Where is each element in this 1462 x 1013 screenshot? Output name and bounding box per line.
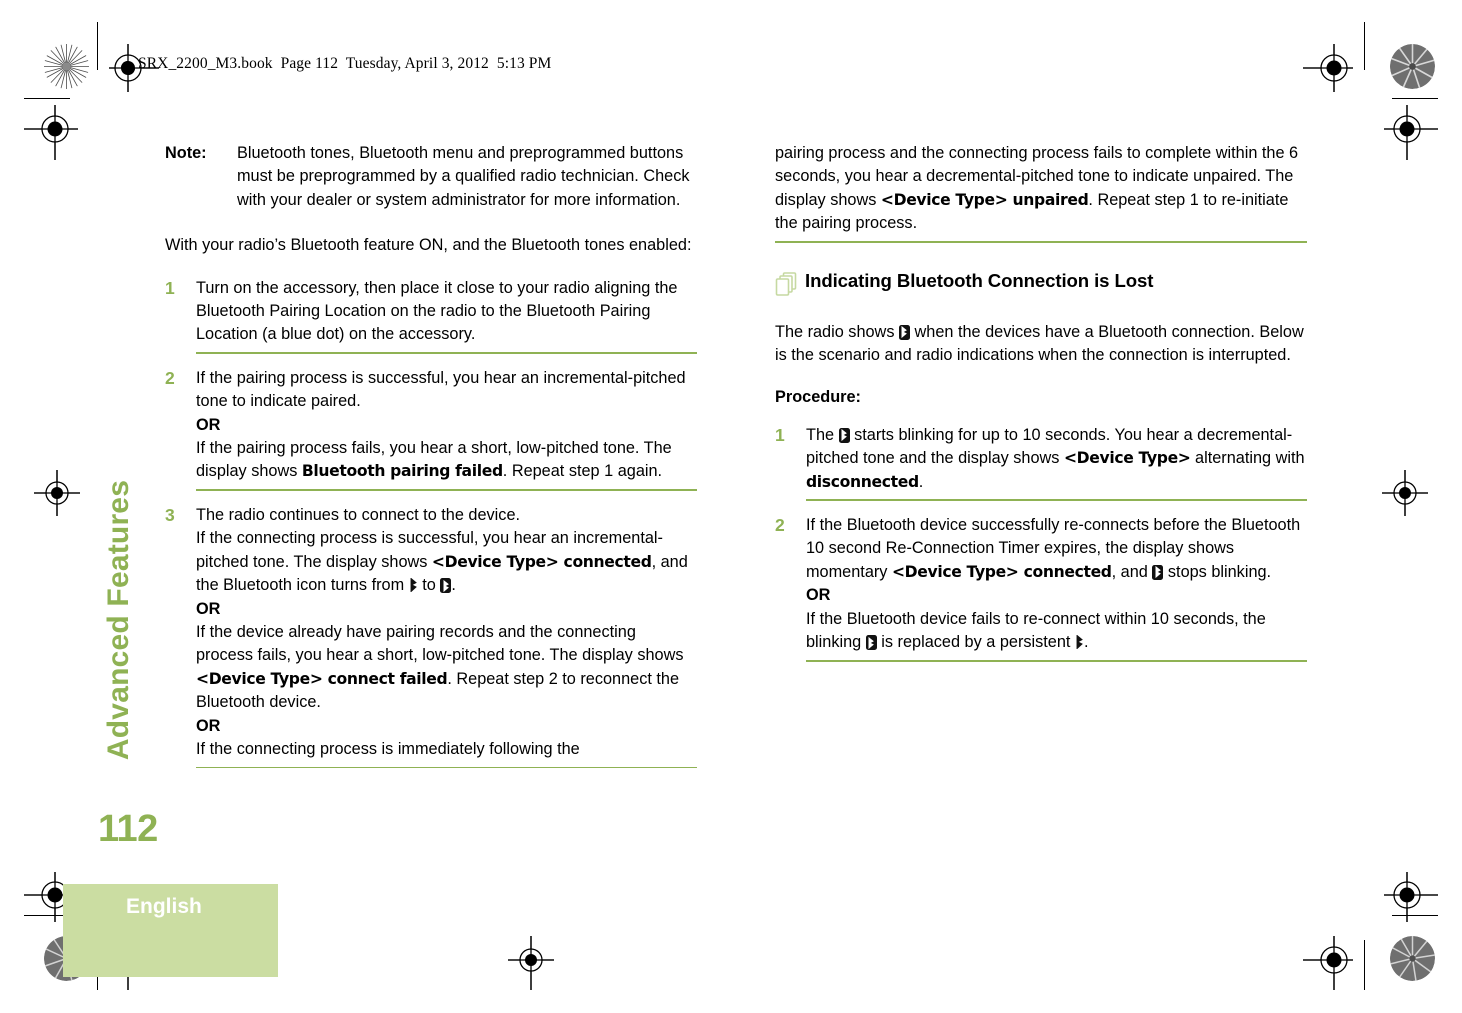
chapter-tab-label: Advanced Features (102, 479, 135, 761)
bluetooth-connected-icon (898, 324, 910, 340)
chapter-tab: Advanced Features (97, 455, 141, 785)
step3-part4: If the connecting process is immediately… (196, 739, 580, 758)
section-heading: Indicating Bluetooth Connection is Lost (775, 269, 1307, 303)
language-footer-block: English (63, 884, 278, 977)
lcd-string: Bluetooth pairing failed (301, 462, 503, 481)
note-block: Note: Bluetooth tones, Bluetooth menu an… (165, 142, 697, 212)
step-item: 2 If the pairing process is successful, … (165, 367, 697, 491)
step3-part1: The radio continues to connect to the de… (196, 505, 521, 524)
step-item: 2 If the Bluetooth device successfully r… (775, 514, 1307, 662)
registration-target-bottom-right-upper (1384, 868, 1438, 922)
procedure-label: Procedure: (775, 388, 861, 407)
rstep1-part-d: . (918, 472, 924, 491)
rstep2-part-b: , and (1111, 562, 1153, 581)
bluetooth-connected-icon (1152, 564, 1164, 580)
lcd-string: <Device Type> connected (431, 552, 652, 571)
registration-target-top-right-upper (1303, 44, 1365, 92)
registration-target-top-left-lower (24, 98, 78, 160)
step-text: The radio continues to connect to the de… (196, 504, 697, 761)
step-text: The starts blinking for up to 10 seconds… (806, 424, 1307, 494)
step3-or-1: OR (196, 599, 221, 618)
lcd-string: <Device Type> connected (891, 562, 1112, 581)
bluetooth-connected-icon (440, 578, 452, 594)
note-label: Note: (165, 144, 207, 162)
registration-target-mid-right (1382, 470, 1428, 516)
step3-part2d: . (451, 576, 456, 595)
rstep2-part-e: is replaced by a persistent (876, 633, 1075, 652)
continued-text: pairing process and the connecting proce… (775, 142, 1307, 236)
rstep2-or: OR (806, 586, 831, 605)
step-item: 1 Turn on the accessory, then place it c… (165, 277, 697, 355)
step-text: If the Bluetooth device successfully re-… (806, 514, 1307, 654)
bluetooth-plain-icon (409, 577, 418, 595)
bluetooth-connected-icon (865, 635, 877, 651)
registration-target-top-right-lower (1384, 98, 1438, 160)
lcd-string: <Device Type> (1063, 449, 1191, 468)
section-intro: The radio shows when the devices have a … (775, 321, 1307, 368)
right-text-column: pairing process and the connecting proce… (775, 142, 1307, 675)
step2-part2b: . Repeat step 1 again. (502, 462, 663, 481)
step-text: If the pairing process is successful, yo… (196, 367, 697, 484)
moire-target-top-right (1390, 44, 1435, 89)
step-number: 2 (775, 515, 785, 536)
rstep2-part-c: stops blinking. (1163, 562, 1272, 581)
moire-target-bottom-right (1390, 936, 1435, 981)
step3-part2c: to (417, 576, 441, 595)
step2-or: OR (196, 415, 221, 434)
rstep1-part-a: The (806, 425, 839, 444)
step-number: 3 (165, 504, 175, 525)
step-number: 1 (165, 277, 175, 298)
step3-part3a: If the device already have pairing recor… (196, 622, 684, 665)
step-item: 1 The starts blinking for up to 10 secon… (775, 424, 1307, 502)
section-intro-a: The radio shows (775, 322, 899, 341)
stacked-pages-icon (775, 271, 805, 303)
step3-or-2: OR (196, 716, 221, 735)
lcd-string: disconnected (806, 472, 919, 491)
lcd-string: <Device Type> unpaired (880, 190, 1089, 209)
step-number: 2 (165, 367, 175, 388)
rstep1-part-c: alternating with (1190, 449, 1305, 468)
page-number: 112 (98, 808, 158, 850)
bluetooth-connected-icon (838, 427, 850, 443)
left-text-column: Note: Bluetooth tones, Bluetooth menu an… (165, 142, 697, 781)
bluetooth-plain-icon (1075, 634, 1084, 652)
registration-target-bottom-right-lower (1303, 936, 1365, 990)
intro-paragraph: With your radio’s Bluetooth feature ON, … (165, 236, 692, 255)
continued-paragraph: pairing process and the connecting proce… (775, 142, 1307, 243)
language-label: English (126, 895, 202, 918)
registration-target-bottom-center (508, 936, 554, 990)
note-body: Bluetooth tones, Bluetooth menu and prep… (237, 144, 690, 209)
step2-part1: If the pairing process is successful, yo… (196, 368, 686, 411)
moire-target-top-left (44, 44, 89, 89)
registration-target-mid-left (34, 470, 80, 516)
step-item: 3 The radio continues to connect to the … (165, 504, 697, 769)
step-number: 1 (775, 424, 785, 445)
section-title: Indicating Bluetooth Connection is Lost (805, 269, 1154, 291)
rstep2-part-f: . (1083, 633, 1089, 652)
lcd-string: <Device Type> connect failed (196, 669, 448, 688)
file-info-header: SRX_2200_M3.book Page 112 Tuesday, April… (138, 55, 552, 72)
step-text: Turn on the accessory, then place it clo… (196, 278, 678, 344)
